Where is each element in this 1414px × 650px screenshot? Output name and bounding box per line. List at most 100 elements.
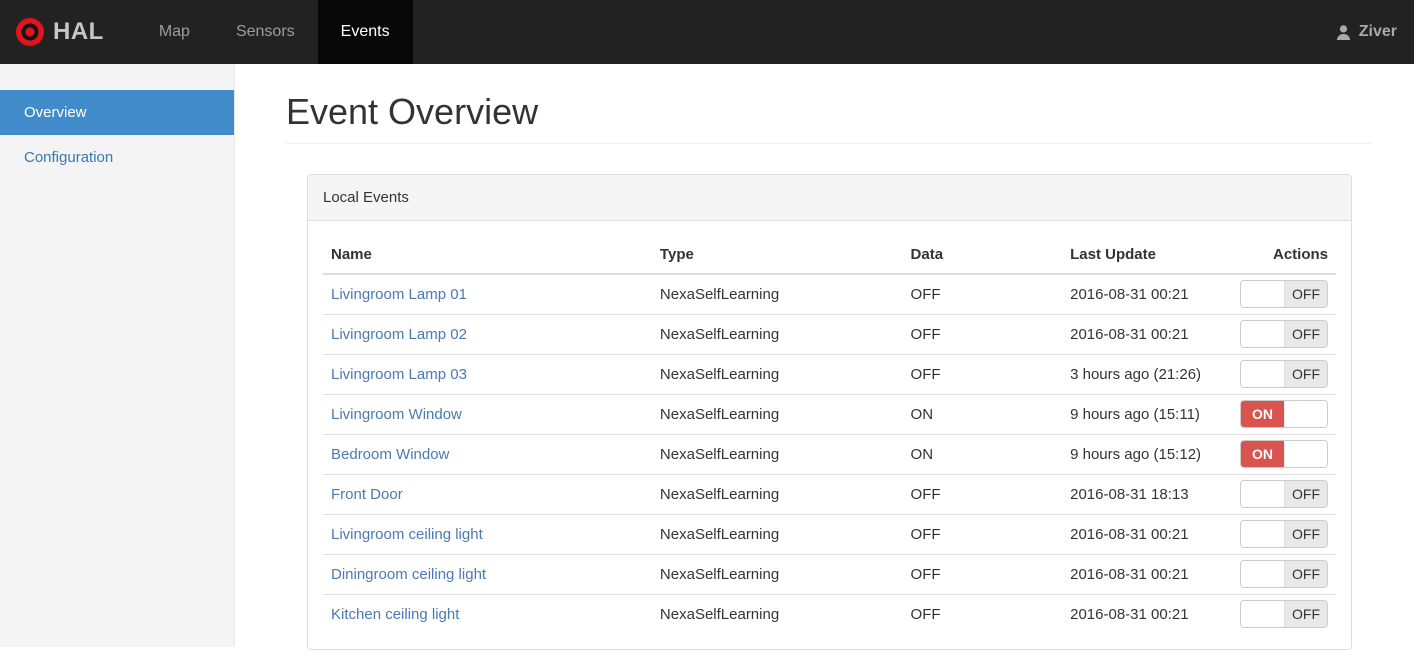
event-name-link[interactable]: Front Door <box>331 486 403 503</box>
event-type: NexaSelfLearning <box>651 273 903 314</box>
main-nav: Map Sensors Events <box>136 0 413 64</box>
toggle-switch-label: OFF <box>1284 521 1327 547</box>
event-name-link[interactable]: Diningroom ceiling light <box>331 566 486 583</box>
table-row: Livingroom Lamp 03 NexaSelfLearning OFF … <box>323 353 1336 394</box>
toggle-switch[interactable]: OFF <box>1240 320 1328 348</box>
toggle-switch[interactable]: OFF <box>1240 280 1328 309</box>
table-row: Livingroom Lamp 02 NexaSelfLearning OFF … <box>323 313 1336 354</box>
toggle-switch-label: ON <box>1241 441 1284 467</box>
hal-bullseye-logo-icon <box>16 18 44 46</box>
event-last-update: 2016-08-31 00:21 <box>1062 593 1232 634</box>
event-name-link[interactable]: Livingroom Lamp 02 <box>331 326 467 343</box>
event-name-link[interactable]: Bedroom Window <box>331 446 449 463</box>
event-last-update: 9 hours ago (15:12) <box>1062 433 1232 474</box>
page-title: Event Overview <box>286 91 539 132</box>
event-data-value: OFF <box>902 313 1063 354</box>
toggle-switch-knob <box>1241 521 1284 547</box>
event-data-value: OFF <box>902 593 1063 634</box>
table-row: Kitchen ceiling light NexaSelfLearning O… <box>323 593 1336 634</box>
toggle-switch-knob <box>1284 401 1327 427</box>
table-row: Livingroom ceiling light NexaSelfLearnin… <box>323 513 1336 554</box>
column-header-last-update: Last Update <box>1062 236 1232 275</box>
event-type: NexaSelfLearning <box>651 553 903 594</box>
event-type: NexaSelfLearning <box>651 473 903 514</box>
sidebar: Overview Configuration <box>0 64 235 647</box>
table-row: Diningroom ceiling light NexaSelfLearnin… <box>323 553 1336 594</box>
toggle-switch-label: OFF <box>1284 601 1327 628</box>
event-last-update: 9 hours ago (15:11) <box>1062 393 1232 434</box>
toggle-switch[interactable]: ON <box>1240 400 1328 428</box>
event-data-value: OFF <box>902 553 1063 594</box>
event-last-update: 2016-08-31 00:21 <box>1062 313 1232 354</box>
nav-item[interactable]: Sensors <box>213 0 318 64</box>
toggle-switch[interactable]: OFF <box>1240 520 1328 548</box>
events-table: Name Type Data Last Update Actions Livin… <box>323 236 1336 634</box>
event-name-link[interactable]: Livingroom Window <box>331 406 462 423</box>
column-header-name: Name <box>323 236 652 275</box>
page-header: Event Overview <box>286 91 1371 144</box>
username: Ziver <box>1358 23 1397 40</box>
event-last-update: 2016-08-31 00:21 <box>1062 273 1232 314</box>
sidebar-item[interactable]: Overview <box>0 90 234 135</box>
toggle-switch-label: OFF <box>1284 561 1327 587</box>
event-data-value: OFF <box>902 353 1063 394</box>
table-row: Bedroom Window NexaSelfLearning ON 9 hou… <box>323 433 1336 474</box>
event-type: NexaSelfLearning <box>651 393 903 434</box>
sidebar-item[interactable]: Configuration <box>0 135 234 180</box>
event-type: NexaSelfLearning <box>651 513 903 554</box>
user-icon <box>1335 24 1352 41</box>
event-name-link[interactable]: Livingroom Lamp 01 <box>331 286 467 303</box>
toggle-switch-knob <box>1241 561 1284 587</box>
toggle-switch-knob <box>1241 481 1284 507</box>
toggle-switch-label: OFF <box>1284 321 1327 347</box>
top-navbar: HAL Map Sensors Events Ziver <box>0 0 1414 64</box>
event-data-value: OFF <box>902 513 1063 554</box>
table-row: Livingroom Lamp 01 NexaSelfLearning OFF … <box>323 273 1336 314</box>
toggle-switch-knob <box>1284 441 1327 467</box>
event-name-link[interactable]: Kitchen ceiling light <box>331 606 459 623</box>
event-type: NexaSelfLearning <box>651 593 903 634</box>
table-row: Livingroom Window NexaSelfLearning ON 9 … <box>323 393 1336 434</box>
event-data-value: ON <box>902 393 1063 434</box>
toggle-switch-knob <box>1241 321 1284 347</box>
event-type: NexaSelfLearning <box>651 353 903 394</box>
event-data-value: OFF <box>902 473 1063 514</box>
toggle-switch-label: OFF <box>1284 481 1327 507</box>
event-last-update: 2016-08-31 18:13 <box>1062 473 1232 514</box>
toggle-switch[interactable]: OFF <box>1240 560 1328 588</box>
event-data-value: OFF <box>902 273 1063 314</box>
toggle-switch[interactable]: ON <box>1240 440 1328 468</box>
main-content: Event Overview Local Events Name Type Da… <box>235 64 1414 650</box>
toggle-switch-label: OFF <box>1284 361 1327 387</box>
table-header-row: Name Type Data Last Update Actions <box>323 236 1336 275</box>
page-layout: Overview Configuration Event Overview Lo… <box>0 64 1414 650</box>
toggle-switch-label: ON <box>1241 401 1284 427</box>
panel-body: Name Type Data Last Update Actions Livin… <box>308 221 1351 649</box>
local-events-panel: Local Events Name Type Data Last Update … <box>307 174 1352 650</box>
nav-item[interactable]: Map <box>136 0 213 64</box>
event-name-link[interactable]: Livingroom Lamp 03 <box>331 366 467 383</box>
toggle-switch-label: OFF <box>1284 281 1327 308</box>
toggle-switch-knob <box>1241 601 1284 628</box>
table-row: Front Door NexaSelfLearning OFF 2016-08-… <box>323 473 1336 514</box>
column-header-type: Type <box>651 236 903 275</box>
event-last-update: 2016-08-31 00:21 <box>1062 553 1232 594</box>
toggle-switch[interactable]: OFF <box>1240 480 1328 508</box>
brand-label: HAL <box>53 18 104 45</box>
user-menu[interactable]: Ziver <box>1318 0 1414 64</box>
brand[interactable]: HAL <box>0 0 122 64</box>
event-type: NexaSelfLearning <box>651 313 903 354</box>
event-data-value: ON <box>902 433 1063 474</box>
event-last-update: 2016-08-31 00:21 <box>1062 513 1232 554</box>
event-type: NexaSelfLearning <box>651 433 903 474</box>
toggle-switch-knob <box>1241 361 1284 387</box>
column-header-data: Data <box>902 236 1063 275</box>
toggle-switch[interactable]: OFF <box>1240 600 1328 629</box>
nav-item[interactable]: Events <box>317 0 413 64</box>
column-header-actions: Actions <box>1231 236 1336 275</box>
panel-title: Local Events <box>308 175 1351 221</box>
event-name-link[interactable]: Livingroom ceiling light <box>331 526 483 543</box>
panel-wrap: Local Events Name Type Data Last Update … <box>307 174 1352 650</box>
toggle-switch-knob <box>1241 281 1284 308</box>
toggle-switch[interactable]: OFF <box>1240 360 1328 388</box>
